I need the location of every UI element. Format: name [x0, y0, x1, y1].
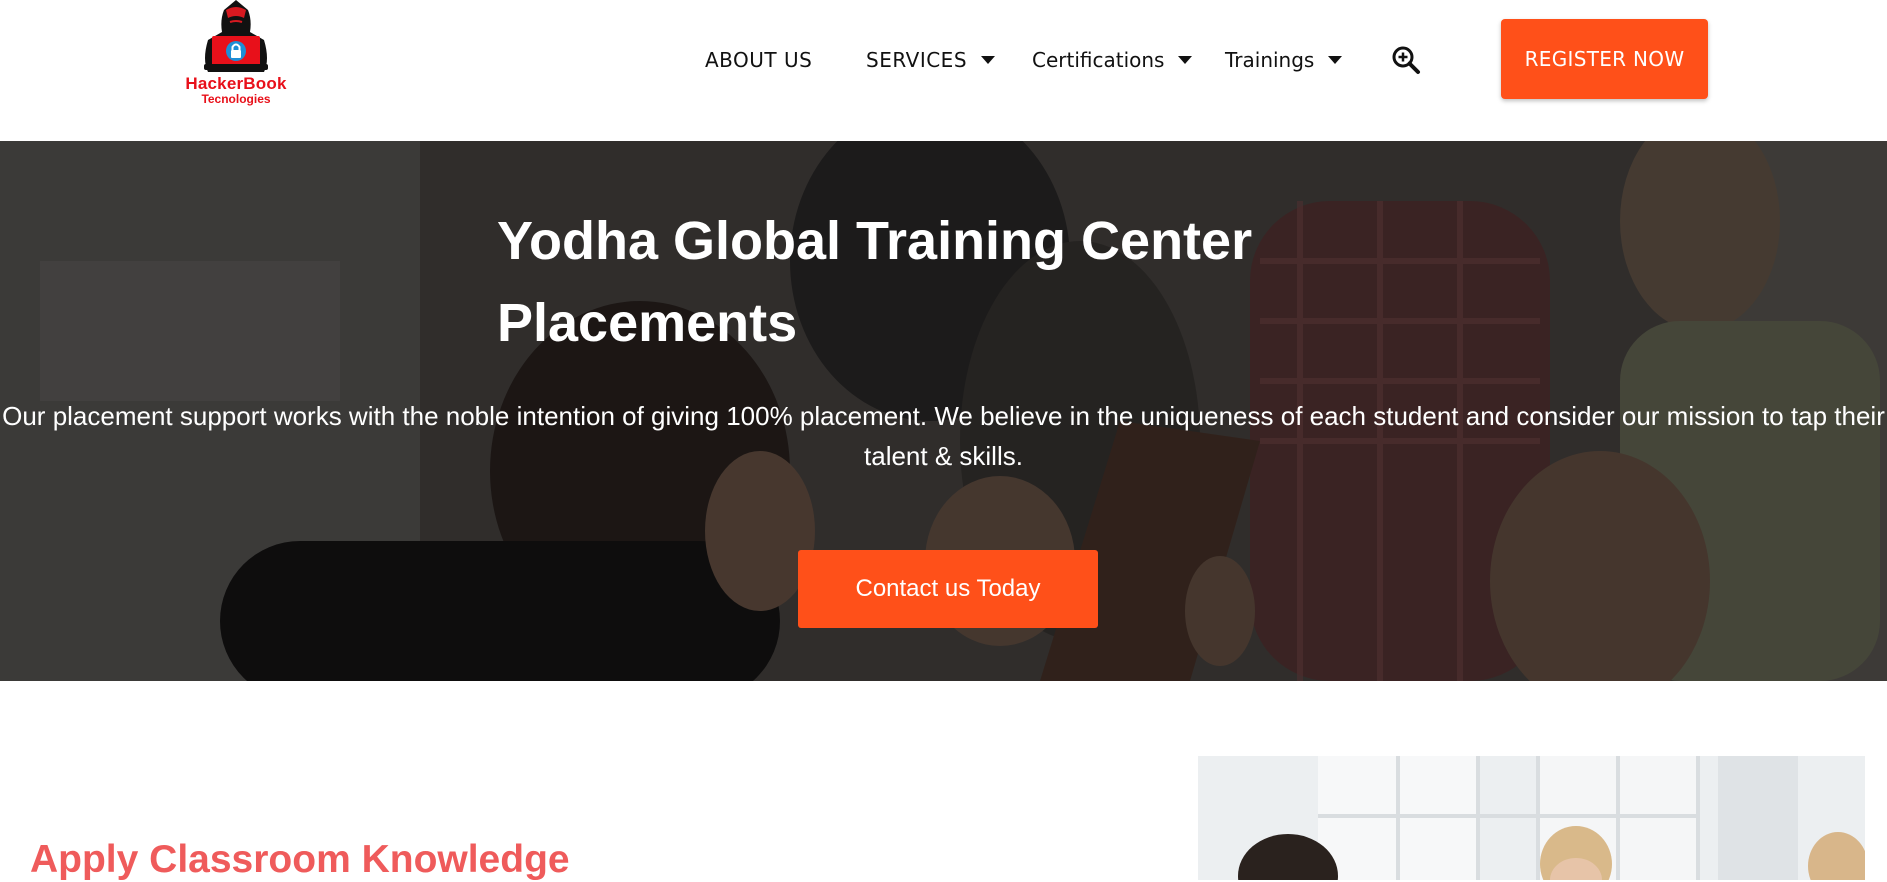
search-button[interactable]	[1390, 44, 1422, 76]
classroom-image	[1198, 756, 1865, 880]
hero-title: Yodha Global Training Center Placements	[497, 211, 1253, 353]
register-now-button[interactable]: REGISTER NOW	[1501, 19, 1708, 99]
section-title: Apply Classroom Knowledge	[30, 838, 570, 881]
classroom-photo	[1198, 756, 1865, 880]
nav-item-label: SERVICES	[866, 48, 968, 72]
nav-item-certifications[interactable]: Certifications	[1032, 44, 1193, 76]
hero-description: Our placement support works with the nob…	[2, 401, 1885, 471]
logo-tagline: Tecnologies	[201, 92, 271, 106]
logo-brand-name: HackerBook	[185, 74, 287, 93]
site-header: HackerBook Tecnologies ABOUT US SERVICES…	[0, 0, 1887, 141]
hero-banner: Yodha Global Training Center Placements …	[0, 141, 1887, 681]
nav-item-services[interactable]: SERVICES	[866, 44, 996, 76]
caret-down-icon	[1178, 56, 1193, 64]
nav-item-label: Trainings	[1225, 48, 1315, 72]
hacker-logo-icon	[204, 0, 268, 72]
zoom-in-search-icon	[1392, 46, 1420, 74]
nav-item-label: ABOUT US	[705, 48, 813, 72]
site-logo[interactable]: HackerBook Tecnologies	[172, 0, 300, 106]
nav-item-about-us[interactable]: ABOUT US	[705, 44, 812, 76]
nav-item-label: Certifications	[1032, 48, 1165, 72]
nav-item-trainings[interactable]: Trainings	[1225, 44, 1343, 76]
caret-down-icon	[981, 56, 996, 64]
contact-us-button[interactable]: Contact us Today	[798, 550, 1098, 628]
caret-down-icon	[1328, 56, 1343, 64]
